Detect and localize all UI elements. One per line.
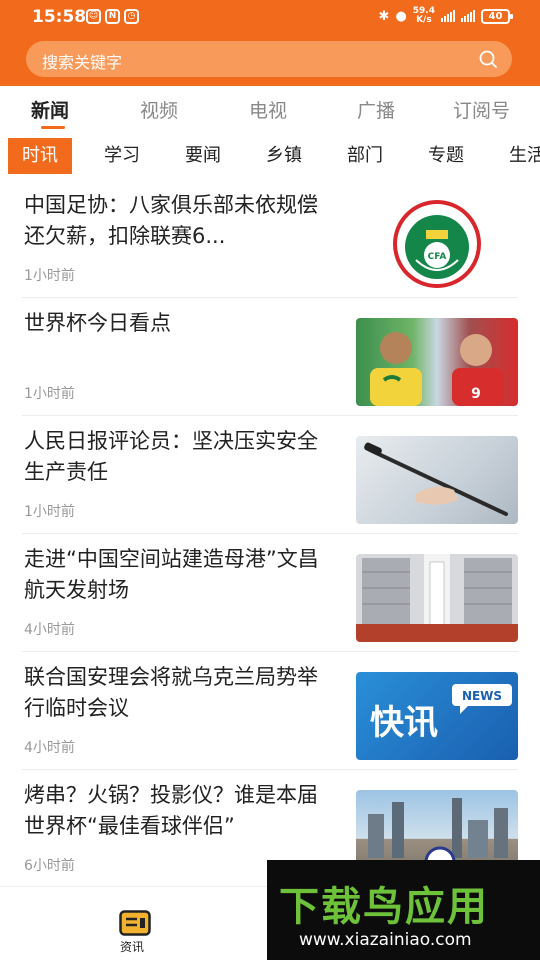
flash-news-icon: NEWS 快讯: [370, 684, 512, 743]
status-time: 15:58: [32, 7, 87, 27]
news-item[interactable]: 中国足协：八家俱乐部未依规偿还欠薪，扣除联赛6... 1小时前 CFA: [22, 180, 518, 298]
news-time: 4小时前: [24, 622, 75, 638]
status-bar: 15:58 ☺ N ◷ ✱ ● 59.4 K/s 40: [0, 0, 540, 34]
status-right-icons: ✱ ● 59.4 K/s 40: [378, 7, 513, 25]
microphone-icon: [364, 442, 508, 516]
news-title: 走进“中国空间站建造母港”文昌航天发射场: [24, 547, 319, 602]
news-thumbnail-microphone: [356, 436, 518, 524]
cfa-logo-icon: CFA: [393, 200, 481, 288]
watermark-title: 下载鸟应用: [279, 884, 489, 930]
news-time: 6小时前: [24, 858, 75, 874]
news-time: 1小时前: [24, 268, 75, 284]
nav-item-news[interactable]: 资讯: [120, 938, 144, 955]
bluetooth-icon: ✱: [378, 8, 390, 24]
network-speed: 59.4 K/s: [413, 7, 435, 25]
watermark-overlay: 下载鸟应用 www.xiazainiao.com: [267, 860, 540, 960]
notification-app-icon: ☺: [86, 9, 101, 24]
search-icon[interactable]: [478, 49, 498, 69]
subtab-topics[interactable]: 专题: [428, 138, 464, 174]
signal-icon-1: [441, 10, 455, 22]
news-title: 人民日报评论员：坚决压实安全生产责任: [24, 429, 318, 484]
search-input[interactable]: 搜索关键字: [26, 41, 512, 77]
news-thumbnail-cfa-logo: CFA: [356, 200, 518, 288]
cfa-logo-text: CFA: [428, 252, 447, 262]
jersey-number: 9: [471, 386, 481, 402]
subtab-headlines[interactable]: 要闻: [185, 138, 221, 174]
news-item[interactable]: 走进“中国空间站建造母港”文昌航天发射场 4小时前: [22, 534, 518, 652]
news-title: 烤串？火锅？投影仪？谁是本届世界杯“最佳看球伴侣”: [24, 783, 318, 838]
sub-tab-bar: 时讯 学习 要闻 乡镇 部门 专题 生活: [0, 134, 540, 176]
subtab-study[interactable]: 学习: [104, 138, 140, 174]
subtab-towns[interactable]: 乡镇: [266, 138, 302, 174]
nfc-icon: N: [105, 9, 120, 24]
speed-unit: K/s: [416, 15, 432, 25]
news-item[interactable]: 世界杯今日看点 1小时前 9: [22, 298, 518, 416]
watermark-url: www.xiazainiao.com: [299, 930, 472, 950]
news-item[interactable]: 联合国安理会将就乌克兰局势举行临时会议 4小时前 NEWS 快讯: [22, 652, 518, 770]
tab-subscription[interactable]: 订阅号: [453, 96, 510, 123]
news-feed-icon[interactable]: [119, 910, 151, 936]
news-time: 4小时前: [24, 740, 75, 756]
news-title: 中国足协：八家俱乐部未依规偿还欠薪，扣除联赛6...: [24, 193, 318, 248]
subtab-flash-news[interactable]: 时讯: [8, 138, 72, 174]
signal-icon-2: [461, 10, 475, 22]
news-thumbnail-flash-news: NEWS 快讯: [356, 672, 518, 760]
football-players-icon: 9: [370, 332, 504, 406]
news-title: 世界杯今日看点: [24, 311, 171, 335]
launch-tower-icon: [356, 554, 518, 642]
status-notification-icons: ☺ N ◷: [86, 9, 139, 24]
tab-video[interactable]: 视频: [140, 96, 178, 123]
location-icon: ●: [395, 8, 407, 24]
subtab-departments[interactable]: 部门: [347, 138, 383, 174]
tab-radio[interactable]: 广播: [357, 96, 395, 123]
alarm-icon: ◷: [124, 9, 139, 24]
tab-tv[interactable]: 电视: [249, 96, 287, 123]
tab-news[interactable]: 新闻: [31, 96, 69, 123]
app-header: 15:58 ☺ N ◷ ✱ ● 59.4 K/s 40 搜索关键字: [0, 0, 540, 86]
news-badge-text: NEWS: [462, 689, 502, 703]
battery-icon: 40: [481, 8, 513, 24]
active-tab-indicator: [41, 126, 65, 129]
news-thumbnail-launch-site: [356, 554, 518, 642]
subtab-life[interactable]: 生活: [509, 138, 540, 174]
search-placeholder: 搜索关键字: [42, 53, 123, 72]
news-time: 1小时前: [24, 504, 75, 520]
flash-news-text: 快讯: [370, 703, 438, 743]
news-title: 联合国安理会将就乌克兰局势举行临时会议: [24, 665, 318, 720]
news-time: 1小时前: [24, 386, 75, 402]
main-tab-bar: 新闻 视频 电视 广播 订阅号: [0, 86, 540, 134]
news-item[interactable]: 人民日报评论员：坚决压实安全生产责任 1小时前: [22, 416, 518, 534]
news-thumbnail-football-players: 9: [356, 318, 518, 406]
